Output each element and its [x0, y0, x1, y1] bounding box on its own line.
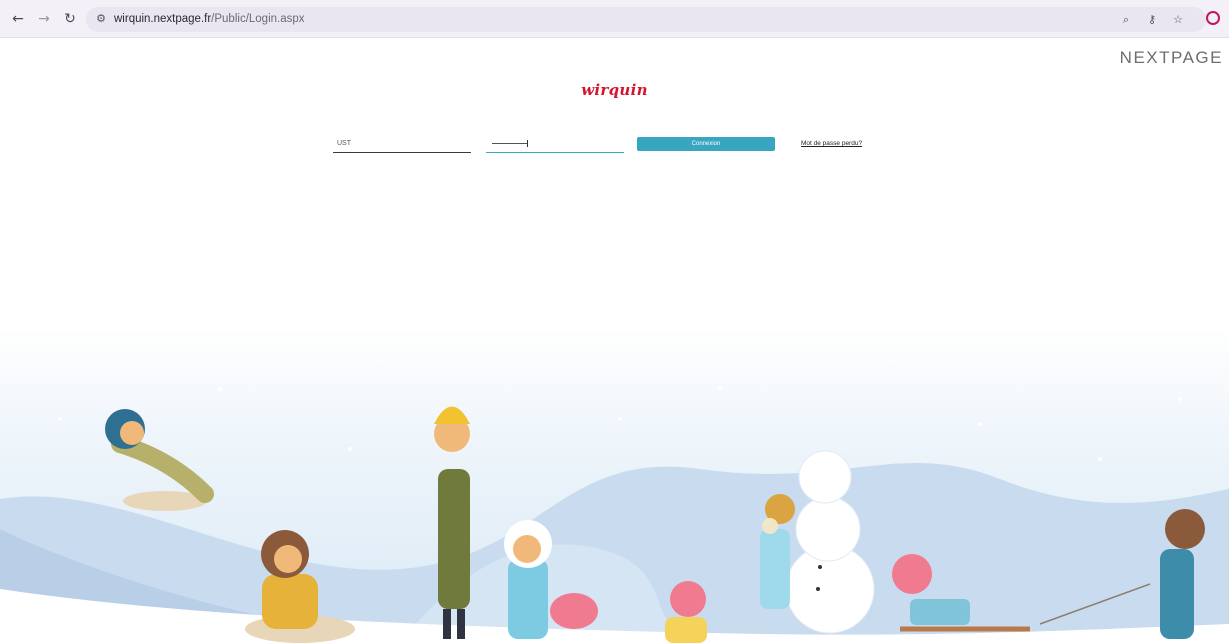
back-icon[interactable]: ← — [10, 11, 26, 27]
reload-icon[interactable]: ↻ — [62, 11, 78, 27]
password-key-icon[interactable]: ⚷ — [1144, 12, 1160, 27]
forward-icon[interactable]: → — [36, 11, 52, 27]
bookmark-star-icon[interactable]: ☆ — [1170, 12, 1186, 27]
site-info-icon[interactable]: ⚙ — [94, 12, 108, 26]
nextpage-logo-text: NEXTPAGE — [1119, 48, 1223, 67]
wirquin-logo: wirquin — [581, 81, 648, 99]
zoom-icon[interactable]: ⌕ — [1118, 12, 1134, 27]
password-field[interactable] — [486, 137, 624, 153]
text-cursor — [492, 140, 528, 147]
username-value: UST — [337, 140, 351, 147]
url-path: /Public/Login.aspx — [211, 13, 305, 25]
login-page: NEXTPAGE wirquin UST Connexion Mot de pa… — [0, 39, 1229, 643]
lost-password-link[interactable]: Mot de passe perdu? — [801, 140, 862, 147]
winter-illustration — [0, 329, 1229, 643]
url-domain: wirquin.nextpage.fr — [114, 13, 212, 25]
nextpage-logo: NEXTPAGE — [1120, 48, 1223, 68]
girl-near-snowman — [760, 494, 795, 609]
profile-icon[interactable] — [1206, 11, 1220, 25]
address-bar[interactable]: ⚙ wirquin.nextpage.fr/Public/Login.aspx … — [86, 7, 1206, 32]
connexion-button[interactable]: Connexion — [637, 137, 775, 151]
username-field[interactable]: UST — [333, 137, 471, 153]
browser-toolbar: ← → ↻ ⚙ wirquin.nextpage.fr/Public/Login… — [0, 0, 1229, 38]
url-text[interactable]: wirquin.nextpage.fr/Public/Login.aspx — [114, 12, 305, 27]
